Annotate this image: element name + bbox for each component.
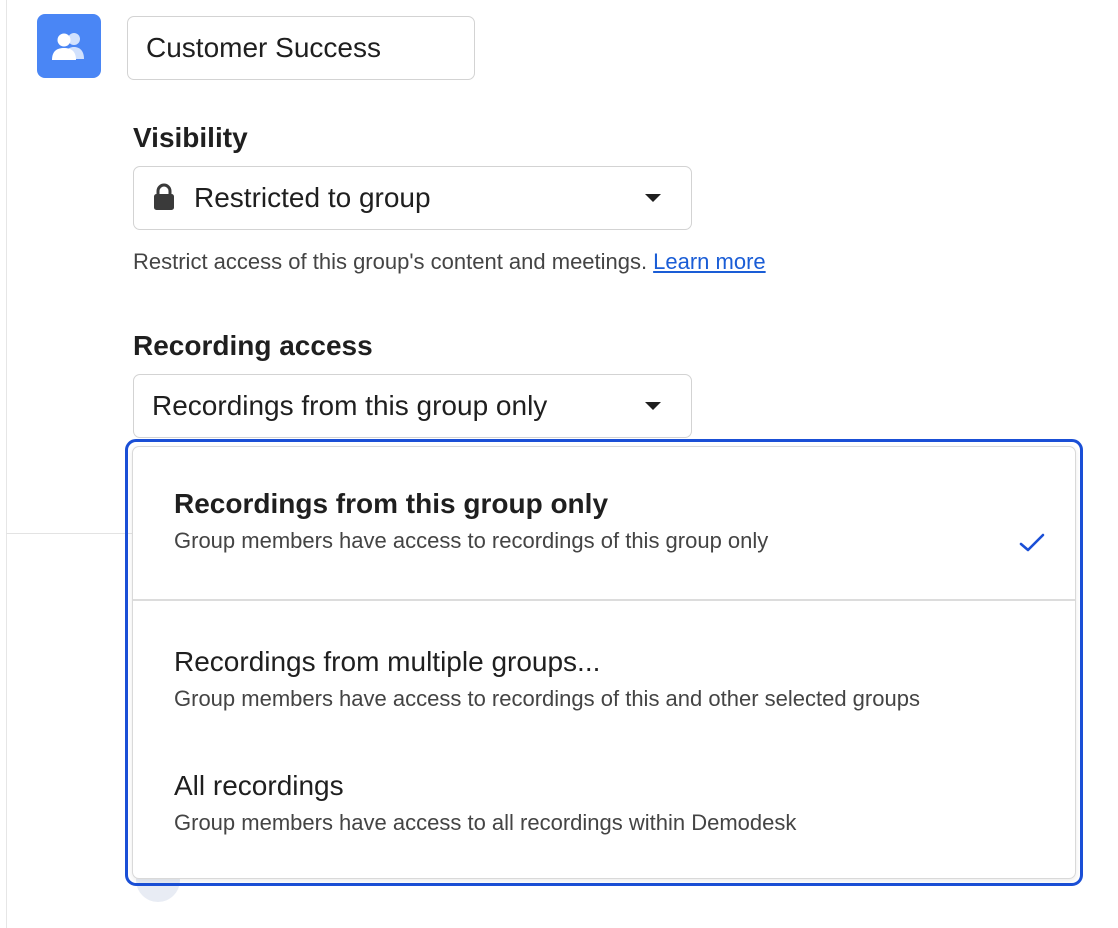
group-name-input[interactable] [127, 16, 475, 80]
checkmark-icon [1019, 533, 1045, 552]
visibility-select-value: Restricted to group [194, 182, 431, 213]
learn-more-link[interactable]: Learn more [653, 249, 766, 274]
users-icon [52, 33, 84, 60]
lock-icon [152, 182, 180, 214]
option-title: Recordings from multiple groups... [174, 646, 601, 677]
visibility-label: Visibility [133, 122, 248, 153]
chevron-down-icon [645, 402, 661, 410]
recording-access-select-value: Recordings from this group only [152, 390, 548, 421]
visibility-select[interactable]: Restricted to group [133, 166, 692, 230]
chevron-down-icon [645, 194, 661, 202]
menu-option-multiple-groups[interactable]: Recordings from multiple groups... Group… [133, 645, 1075, 713]
group-avatar[interactable] [37, 14, 101, 78]
left-border [6, 0, 7, 928]
menu-divider [133, 599, 1075, 601]
menu-option-this-group-only[interactable]: Recordings from this group only Group me… [133, 487, 1075, 555]
visibility-helper-text: Restrict access of this group's content … [133, 249, 648, 274]
option-description: Group members have access to recordings … [174, 528, 769, 553]
recording-access-select[interactable]: Recordings from this group only [133, 374, 692, 438]
option-title: Recordings from this group only [174, 488, 609, 519]
option-description: Group members have access to all recordi… [174, 810, 797, 835]
visibility-helper: Restrict access of this group's content … [133, 248, 766, 276]
section-divider [6, 533, 136, 534]
option-title: All recordings [174, 770, 344, 801]
menu-option-all-recordings[interactable]: All recordings Group members have access… [133, 769, 1075, 837]
option-description: Group members have access to recordings … [174, 686, 920, 711]
recording-access-menu: Recordings from this group only Group me… [132, 446, 1076, 879]
recording-access-label: Recording access [133, 330, 373, 361]
